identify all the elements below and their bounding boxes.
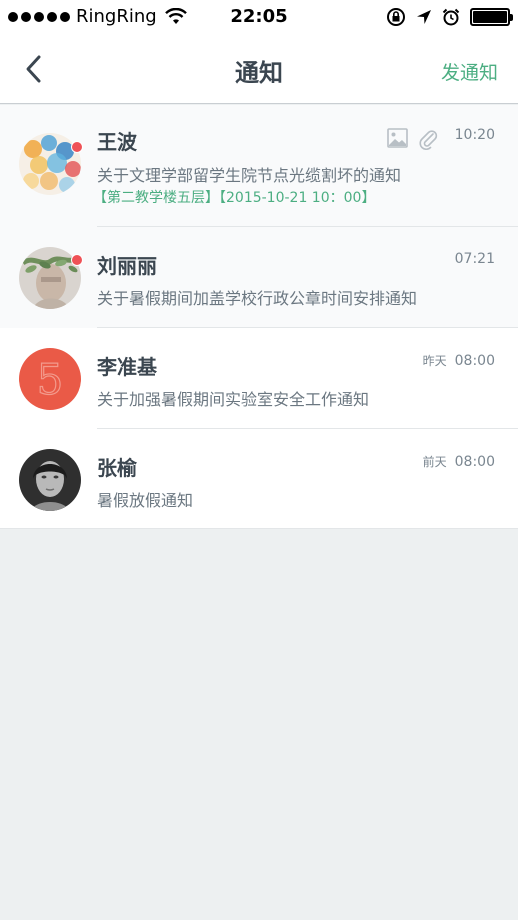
woman-portrait-avatar — [19, 449, 81, 511]
notification-subject: 关于文理学部留学生院节点光缆割坏的通知 — [97, 166, 402, 185]
status-right — [386, 7, 513, 27]
sender-name: 刘丽丽 — [97, 254, 157, 278]
row-divider — [0, 528, 518, 529]
navigation-bar: 通知 发通知 — [0, 34, 518, 104]
time-text: 07:21 — [454, 251, 495, 267]
notification-subject: 暑假放假通知 — [97, 491, 194, 510]
alarm-clock-icon — [442, 8, 460, 26]
notification-time: 07:21 — [455, 251, 495, 267]
attachment-indicators — [387, 128, 438, 150]
sender-name: 王波 — [97, 130, 137, 154]
notification-time: 10:20 — [455, 127, 495, 143]
notification-item[interactable]: 王波 10:20 关于文理学部留学生院节点光缆割坏的通知 【第二教学楼五层】【2… — [0, 105, 518, 227]
time-text: 08:00 — [454, 454, 495, 470]
time-text: 08:00 — [454, 353, 495, 369]
battery-icon — [470, 8, 513, 26]
svg-text:5: 5 — [37, 355, 64, 404]
notification-item[interactable]: 刘丽丽 07:21 关于暑假期间加盖学校行政公章时间安排通知 — [0, 227, 518, 328]
paperclip-icon — [419, 130, 438, 150]
notification-item[interactable]: 张榆 前天 08:00 暑假放假通知 — [0, 429, 518, 529]
sender-name: 李准基 — [97, 355, 157, 379]
notification-time: 前天 08:00 — [423, 453, 495, 470]
notification-subject: 关于暑假期间加盖学校行政公章时间安排通知 — [97, 289, 418, 308]
location-arrow-icon — [417, 10, 431, 24]
red-number-five-avatar: 5 — [19, 348, 81, 410]
location-datetime-tag: 【第二教学楼五层】【2015-10-21 10：00】 — [93, 190, 376, 206]
rotation-lock-icon — [387, 8, 405, 26]
send-notice-button[interactable]: 发通知 — [441, 58, 498, 85]
unread-badge — [71, 141, 83, 153]
sender-name: 张榆 — [97, 456, 137, 480]
notification-list: 王波 10:20 关于文理学部留学生院节点光缆割坏的通知 【第二教学楼五层】【2… — [0, 105, 518, 529]
notification-time: 昨天 08:00 — [423, 352, 495, 369]
notification-subject: 关于加强暑假期间实验室安全工作通知 — [97, 390, 370, 409]
image-icon — [387, 128, 408, 148]
unread-badge — [71, 254, 83, 266]
status-bar: RingRing 22:05 — [0, 0, 518, 34]
day-label: 前天 — [422, 455, 447, 469]
day-label: 昨天 — [422, 354, 447, 368]
notification-item[interactable]: 5 李准基 昨天 08:00 关于加强暑假期间实验室安全工作通知 — [0, 328, 518, 429]
time-text: 10:20 — [454, 127, 495, 143]
